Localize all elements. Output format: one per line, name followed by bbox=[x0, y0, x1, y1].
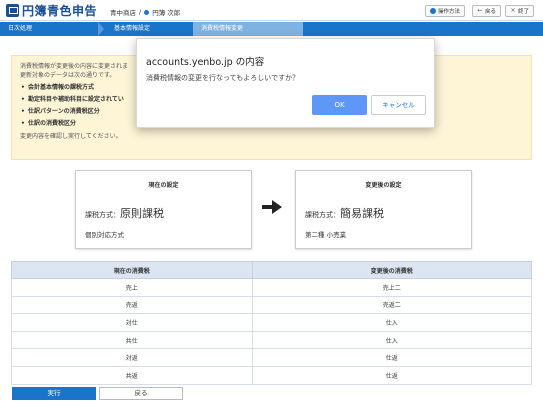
table-row: 共仕 仕入 bbox=[11, 330, 532, 350]
table-row: 対仕 仕入 bbox=[11, 313, 532, 332]
new-setting-sub: 第二種 小売業 bbox=[305, 231, 347, 239]
arrow-left-icon: ← bbox=[477, 7, 483, 14]
current-setting-sub: 個別対応方式 bbox=[85, 231, 124, 239]
tax-mapping-table: 現在の消費税 変更後の消費税 売上 売上二 売返 売返二 対仕 仕入 共仕 仕入… bbox=[11, 261, 532, 385]
cell-new: 仕入 bbox=[251, 313, 532, 332]
column-header-new: 変更後の消費税 bbox=[251, 261, 532, 279]
breadcrumb: 日次処理 基本情報設定 消費税情報変更 bbox=[0, 22, 543, 36]
dialog-message: 消費税情報の変更を行なってもよろしいですか？ bbox=[146, 74, 300, 82]
current-setting-title: 現在の設定 bbox=[148, 182, 179, 189]
dialog-title: accounts.yenbo.jp の内容 bbox=[146, 57, 265, 68]
cell-current: 共仕 bbox=[11, 330, 253, 350]
run-button[interactable]: 実行 bbox=[12, 387, 96, 400]
company-info: 青中商店 / 円簿 次郎 bbox=[110, 8, 181, 17]
table-row: 売返 売返二 bbox=[11, 295, 532, 315]
new-method-value: 簡易課税 bbox=[340, 207, 384, 220]
cell-new: 仕返 bbox=[251, 365, 532, 385]
company-name: 青中商店 bbox=[110, 9, 136, 17]
ok-button[interactable]: OK bbox=[312, 95, 367, 115]
cell-new: 売返二 bbox=[251, 295, 532, 315]
close-icon: × bbox=[510, 7, 516, 14]
new-method-label: 課税方式： bbox=[305, 211, 340, 219]
cell-current: 対仕 bbox=[11, 313, 253, 332]
exit-button[interactable]: × 終了 bbox=[505, 5, 535, 17]
user-name: 円簿 次郎 bbox=[152, 9, 181, 17]
breadcrumb-step-basic[interactable]: 基本情報設定 bbox=[106, 22, 190, 36]
cancel-button[interactable]: キャンセル bbox=[371, 95, 426, 115]
current-method-value: 原則課税 bbox=[120, 207, 164, 220]
help-icon bbox=[430, 8, 436, 14]
current-setting-card: 現在の設定 課税方式：原則課税 個別対応方式 bbox=[75, 170, 252, 249]
breadcrumb-step-daily[interactable]: 日次処理 bbox=[0, 22, 100, 36]
arrow-right-icon bbox=[262, 200, 282, 214]
breadcrumb-step-current: 消費税情報変更 bbox=[193, 22, 303, 36]
notice-footer: 変更内容を確認し実行してください。 bbox=[20, 133, 122, 140]
cell-new: 売上二 bbox=[251, 278, 532, 297]
column-header-current: 現在の消費税 bbox=[11, 261, 253, 279]
current-method-label: 課税方式： bbox=[85, 211, 120, 219]
cell-current: 売上 bbox=[11, 278, 253, 297]
logo-mark-icon bbox=[6, 4, 19, 17]
new-setting-card: 変更後の設定 課税方式：簡易課税 第二種 小売業 bbox=[295, 170, 472, 249]
cell-current: 対返 bbox=[11, 348, 253, 367]
cell-current: 売返 bbox=[11, 295, 253, 315]
back-header-button[interactable]: ← 戻る bbox=[472, 5, 502, 17]
app-logo[interactable]: 円簿青色申告 bbox=[6, 3, 97, 18]
breadcrumb-separator-icon bbox=[98, 22, 104, 36]
user-dot-icon bbox=[144, 9, 150, 15]
table-row: 売上 売上二 bbox=[11, 278, 532, 297]
app-header: 円簿青色申告 青中商店 / 円簿 次郎 操作方法 ← 戻る × 終了 bbox=[0, 0, 543, 21]
cell-current: 共返 bbox=[11, 365, 253, 385]
confirm-dialog: accounts.yenbo.jp の内容 消費税情報の変更を行なってもよろしい… bbox=[136, 38, 435, 128]
cell-new: 仕入 bbox=[251, 330, 532, 350]
new-setting-title: 変更後の設定 bbox=[365, 182, 402, 189]
help-button[interactable]: 操作方法 bbox=[425, 5, 466, 17]
back-button[interactable]: 戻る bbox=[99, 387, 183, 400]
table-row: 共返 仕返 bbox=[11, 365, 532, 385]
logo-text: 円簿青色申告 bbox=[22, 4, 98, 18]
table-row: 対返 仕返 bbox=[11, 348, 532, 367]
cell-new: 仕返 bbox=[251, 348, 532, 367]
